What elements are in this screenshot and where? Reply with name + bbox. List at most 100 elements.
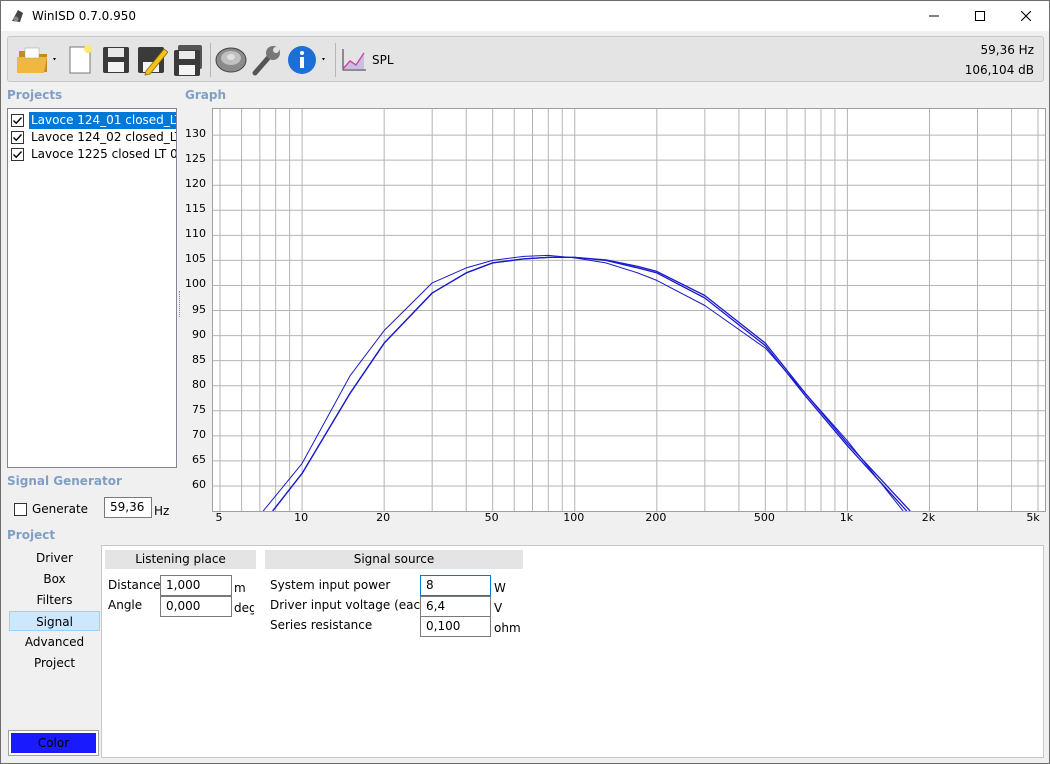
toolbar: SPL 59,36 Hz 106,104 dB (7, 36, 1044, 82)
distance-unit: m (234, 581, 246, 595)
spl-chart (213, 109, 1045, 512)
minimize-button[interactable] (911, 1, 957, 31)
projects-list: Lavoce 124_01 closed_LT_000Lavoce 124_02… (7, 108, 177, 468)
y-tick-label: 115 (185, 202, 206, 216)
project-checkbox[interactable] (11, 131, 24, 144)
new-project-button[interactable] (65, 42, 97, 78)
spl-label: SPL (372, 53, 394, 67)
generate-checkbox-box[interactable] (14, 502, 27, 516)
minimize-icon (929, 15, 939, 17)
checkmark-icon (13, 151, 23, 159)
x-tick-label: 50 (484, 511, 499, 524)
y-tick-label: 105 (185, 252, 206, 266)
spl-graph-icon (342, 49, 366, 71)
close-icon (1021, 11, 1031, 21)
tab-driver[interactable]: Driver (9, 548, 100, 568)
generator-frequency-unit: Hz (154, 504, 170, 518)
graph-label: Graph (185, 88, 226, 102)
x-tick-label: 100 (563, 511, 585, 524)
color-button[interactable]: Color (8, 730, 99, 756)
graph-area[interactable] (212, 108, 1046, 512)
maximize-button[interactable] (957, 1, 1003, 31)
toolbar-separator (210, 43, 211, 77)
title-bar: WinISD 0.7.0.950 (1, 1, 1049, 31)
driver-voltage-input[interactable]: 6,4 (420, 596, 491, 617)
y-tick-label: 110 (185, 227, 206, 241)
x-tick-label: 1k (839, 511, 854, 524)
series-resistance-unit: ohm (494, 621, 521, 635)
project-name: Lavoce 1225 closed LT 000 (31, 147, 176, 161)
color-swatch: Color (11, 733, 96, 753)
info-button[interactable] (286, 42, 332, 78)
y-tick-label: 125 (185, 152, 206, 166)
wrench-icon (252, 46, 280, 76)
maximize-icon (975, 11, 985, 21)
signal-generator-label: Signal Generator (7, 474, 122, 488)
project-item[interactable]: Lavoce 124_01 closed_LT_000 (11, 112, 176, 129)
signal-source-header: Signal source (265, 550, 523, 569)
save-as-button[interactable] (135, 42, 169, 78)
tab-advanced[interactable]: Advanced (9, 632, 100, 652)
tab-filters[interactable]: Filters (9, 590, 100, 610)
settings-button[interactable] (250, 42, 284, 78)
y-tick-label: 85 (192, 352, 206, 366)
series-resistance-input[interactable]: 0,100 (420, 616, 491, 637)
y-tick-label: 60 (192, 477, 206, 491)
floppy-disk-icon (103, 47, 129, 73)
spl-curve-3 (272, 256, 911, 512)
tab-project[interactable]: Project (9, 653, 100, 673)
y-tick-label: 95 (192, 302, 206, 316)
project-checkbox[interactable] (11, 114, 24, 127)
open-project-button[interactable] (14, 42, 60, 78)
angle-unit: deg (234, 601, 254, 615)
y-tick-label: 90 (192, 327, 206, 341)
generator-frequency-input[interactable]: 59,36 (104, 497, 152, 518)
tab-signal[interactable]: Signal (9, 611, 100, 631)
project-name: Lavoce 124_01 closed_LT_000 (29, 112, 176, 129)
close-button[interactable] (1003, 1, 1049, 31)
project-tabs: Driver Box Filters Signal Advanced Project (7, 546, 102, 758)
project-checkbox[interactable] (11, 148, 24, 161)
save-as-pencil-icon (138, 47, 168, 76)
system-power-input[interactable]: 8 (420, 575, 491, 596)
x-tick-label: 20 (376, 511, 391, 524)
driver-editor-button[interactable] (213, 42, 249, 78)
project-item[interactable]: Lavoce 1225 closed LT 000 (11, 146, 176, 163)
x-tick-label: 2k (921, 511, 936, 524)
toolbar-separator (335, 43, 336, 77)
spl-curve-2 (272, 256, 908, 512)
spl-graph-button[interactable]: SPL (340, 42, 400, 78)
y-tick-label: 80 (192, 377, 206, 391)
generate-checkbox[interactable]: Generate (14, 502, 88, 516)
speaker-driver-icon (215, 47, 247, 73)
project-item[interactable]: Lavoce 124_02 closed_LT_000 (11, 129, 176, 146)
x-tick-label: 500 (753, 511, 775, 524)
save-button[interactable] (100, 42, 132, 78)
x-tick-label: 10 (294, 511, 309, 524)
folder-open-icon (17, 47, 56, 73)
checkmark-icon (13, 117, 23, 125)
y-tick-label: 120 (185, 177, 206, 191)
checkmark-icon (13, 134, 23, 142)
angle-label: Angle (108, 598, 143, 612)
frequency-readout: 59,36 Hz (980, 43, 1035, 57)
system-power-unit: W (494, 581, 506, 595)
y-tick-label: 100 (185, 277, 206, 291)
series-resistance-label: Series resistance (270, 618, 373, 632)
y-tick-label: 70 (192, 427, 206, 441)
listening-place-header: Listening place (105, 550, 256, 569)
projects-label: Projects (7, 88, 63, 102)
spl-curve-1 (262, 254, 904, 512)
signal-panel: Listening place Distance 1,000 m Angle 0… (101, 545, 1044, 758)
x-tick-label: 200 (645, 511, 667, 524)
spl-readout: 106,104 dB (964, 63, 1034, 77)
generate-label: Generate (32, 502, 89, 516)
tab-box[interactable]: Box (9, 569, 100, 589)
system-power-label: System input power (270, 578, 391, 592)
save-all-button[interactable] (171, 42, 207, 78)
x-tick-label: 5k (1026, 511, 1040, 524)
distance-input[interactable]: 1,000 (160, 575, 232, 596)
save-all-icon (174, 45, 202, 76)
angle-input[interactable]: 0,000 (160, 596, 232, 617)
project-section-label: Project (7, 528, 56, 542)
